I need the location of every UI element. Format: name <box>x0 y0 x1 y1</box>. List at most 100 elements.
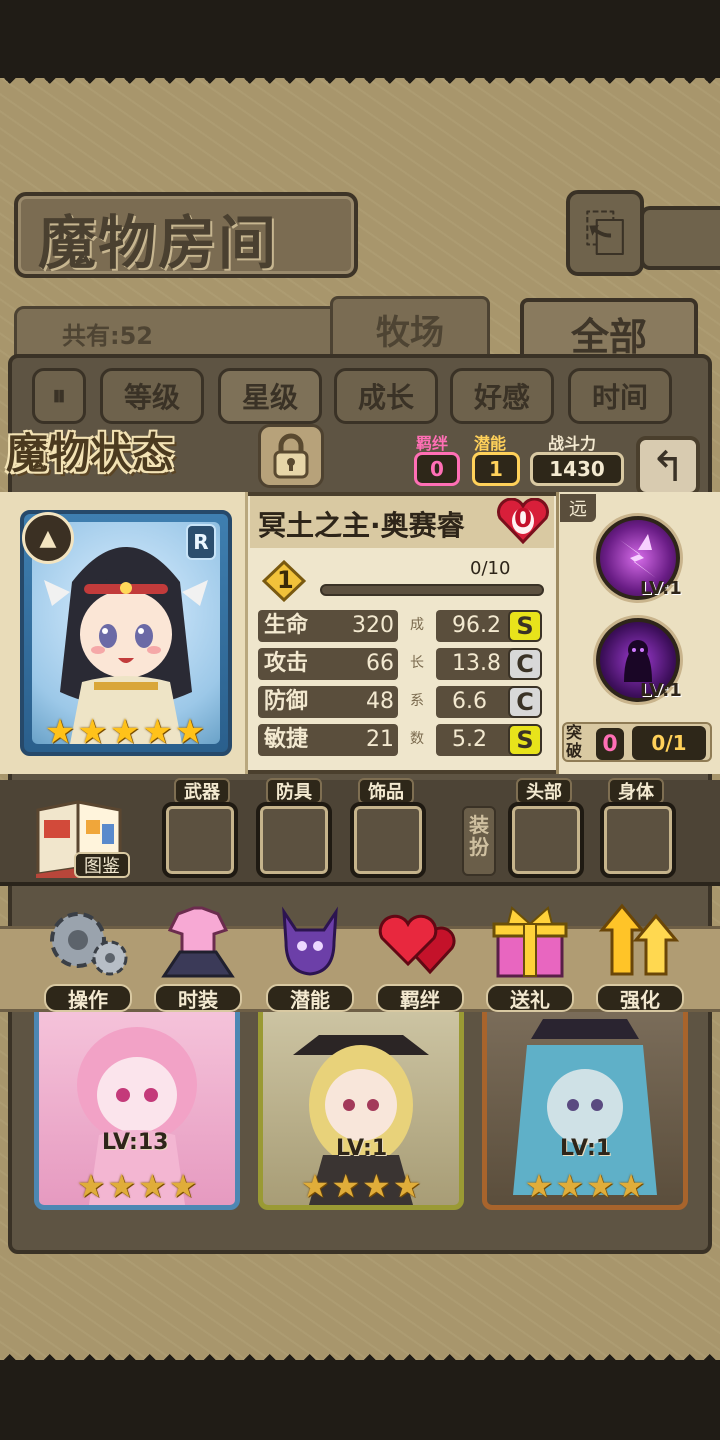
gift-icon <box>492 906 568 978</box>
header-side-strip <box>640 206 720 270</box>
growth-label-char: 系 <box>410 693 424 709</box>
top-dark-band <box>0 0 720 78</box>
stat-row-agility: 敏捷 21 数 5.2 S <box>258 724 548 756</box>
star-icon: ★ <box>109 712 141 752</box>
return-arrow-icon: ⎗ <box>584 202 626 263</box>
equip-slot-weapon[interactable] <box>162 802 238 878</box>
star-icon: ★ <box>555 1167 584 1205</box>
sort-option-time[interactable]: 时间 <box>568 368 672 424</box>
torn-edge-bottom <box>0 1344 720 1362</box>
equip-slot-body[interactable] <box>600 802 676 878</box>
breakthrough-count: 0 <box>596 728 624 760</box>
action-label: 送礼 <box>486 984 574 1012</box>
roster-level: LV:1 <box>336 1136 388 1161</box>
grade-badge: S <box>508 724 542 756</box>
star-icon: ★ <box>331 1167 360 1205</box>
roster-stars: ★ ★ ★ ★ <box>34 1166 240 1206</box>
action-label: 潜能 <box>266 984 354 1012</box>
exp-text: 0/10 <box>470 558 511 579</box>
star-icon: ★ <box>362 1167 391 1205</box>
sort-option-affection[interactable]: 好感 <box>450 368 554 424</box>
breakthrough-progress: 0/1 <box>632 726 706 760</box>
stat-value: 21 <box>366 727 394 752</box>
torn-edge-top <box>0 74 720 92</box>
exit-room-button[interactable]: ⎗ <box>566 190 644 276</box>
stat-row-hp: 生命 320 成 96.2 S <box>258 610 548 642</box>
stat-value: 320 <box>352 613 394 638</box>
star-icon: ★ <box>44 712 76 752</box>
power-value: 1430 <box>530 452 624 486</box>
potential-value: 1 <box>472 452 520 486</box>
skill-level: LV:1 <box>640 578 682 599</box>
action-label: 操作 <box>44 984 132 1012</box>
element-type-icon: ▲ <box>22 512 74 564</box>
breakthrough-label: 突破 <box>566 723 583 760</box>
exp-bar <box>320 584 544 596</box>
tab-farm[interactable]: 牧场 <box>330 296 490 362</box>
action-gift[interactable]: 送礼 <box>482 902 578 1012</box>
slot-label-accessory: 饰品 <box>358 778 414 804</box>
slot-label-body: 身体 <box>608 778 664 804</box>
bottom-dark-band <box>0 1360 720 1440</box>
roster-level: LV:13 <box>102 1130 169 1155</box>
growth-label-char: 成 <box>410 617 424 633</box>
back-button[interactable]: ↰ <box>636 436 700 496</box>
star-icon: ★ <box>76 1167 106 1205</box>
action-enhance[interactable]: 强化 <box>592 902 688 1012</box>
skill-level: LV:1 <box>640 680 682 701</box>
star-icon: ★ <box>174 712 206 752</box>
bond-value: 0 <box>414 452 460 486</box>
grade-badge: C <box>508 648 542 680</box>
slot-label-armor: 防具 <box>266 778 322 804</box>
star-icon: ★ <box>392 1167 422 1205</box>
sort-toggle-icon: ⏸ <box>51 379 66 412</box>
potential-label: 潜能 <box>474 434 507 453</box>
equip-slot-armor[interactable] <box>256 802 332 878</box>
roster-stars: ★ ★ ★ ★ <box>482 1166 688 1206</box>
sort-option-stars[interactable]: 星级 <box>218 368 322 424</box>
slot-label-weapon: 武器 <box>174 778 230 804</box>
back-arrow-icon: ↰ <box>650 441 686 491</box>
star-icon: ★ <box>616 1167 646 1205</box>
grade-badge: C <box>508 686 542 718</box>
sort-toggle-button[interactable]: ⏸ <box>32 368 86 424</box>
level-value: 1 <box>277 566 294 594</box>
equip-slot-accessory[interactable] <box>350 802 426 878</box>
star-icon: ★ <box>586 1167 615 1205</box>
affection-heart[interactable]: 0 <box>496 497 550 545</box>
action-operate[interactable]: 操作 <box>40 902 136 1012</box>
lock-button[interactable] <box>258 424 324 488</box>
sort-option-growth[interactable]: 成长 <box>334 368 438 424</box>
monster-name: 冥土之主·奥赛睿 <box>258 509 465 542</box>
dressup-button[interactable]: 装扮 <box>462 806 496 876</box>
stat-value: 48 <box>366 689 394 714</box>
star-icon: ★ <box>300 1167 330 1205</box>
lock-icon <box>273 433 309 479</box>
star-icon: ★ <box>524 1167 554 1205</box>
range-tag: 远 <box>560 494 596 522</box>
demon-icon <box>282 906 338 976</box>
star-icon: ★ <box>168 1167 198 1205</box>
star-icon: ★ <box>107 1167 136 1205</box>
action-label: 羁绊 <box>376 984 464 1012</box>
roster-stars: ★ ★ ★ ★ <box>258 1166 464 1206</box>
star-icon: ★ <box>77 712 108 752</box>
status-title: 魔物状态 <box>6 429 175 478</box>
outfit-icon <box>161 906 235 978</box>
monster-count: 共有:52 <box>62 322 153 350</box>
upgrade-arrows-icon <box>598 903 680 976</box>
stat-row-defense: 防御 48 系 6.6 C <box>258 686 548 718</box>
sort-option-level[interactable]: 等级 <box>100 368 204 424</box>
action-bond[interactable]: 羁绊 <box>372 902 468 1012</box>
card-stars: ★ ★ ★ ★ ★ <box>40 712 210 752</box>
action-label: 时装 <box>154 984 242 1012</box>
bond-label: 羁绊 <box>416 434 449 453</box>
power-label: 战斗力 <box>548 434 597 453</box>
equip-slot-head[interactable] <box>508 802 584 878</box>
slot-label-head: 头部 <box>516 778 572 804</box>
affection-value: 0 <box>514 504 533 534</box>
action-potential[interactable]: 潜能 <box>262 902 358 1012</box>
action-outfit[interactable]: 时装 <box>150 902 246 1012</box>
grade-badge: S <box>508 610 542 642</box>
hearts-icon <box>378 914 456 975</box>
